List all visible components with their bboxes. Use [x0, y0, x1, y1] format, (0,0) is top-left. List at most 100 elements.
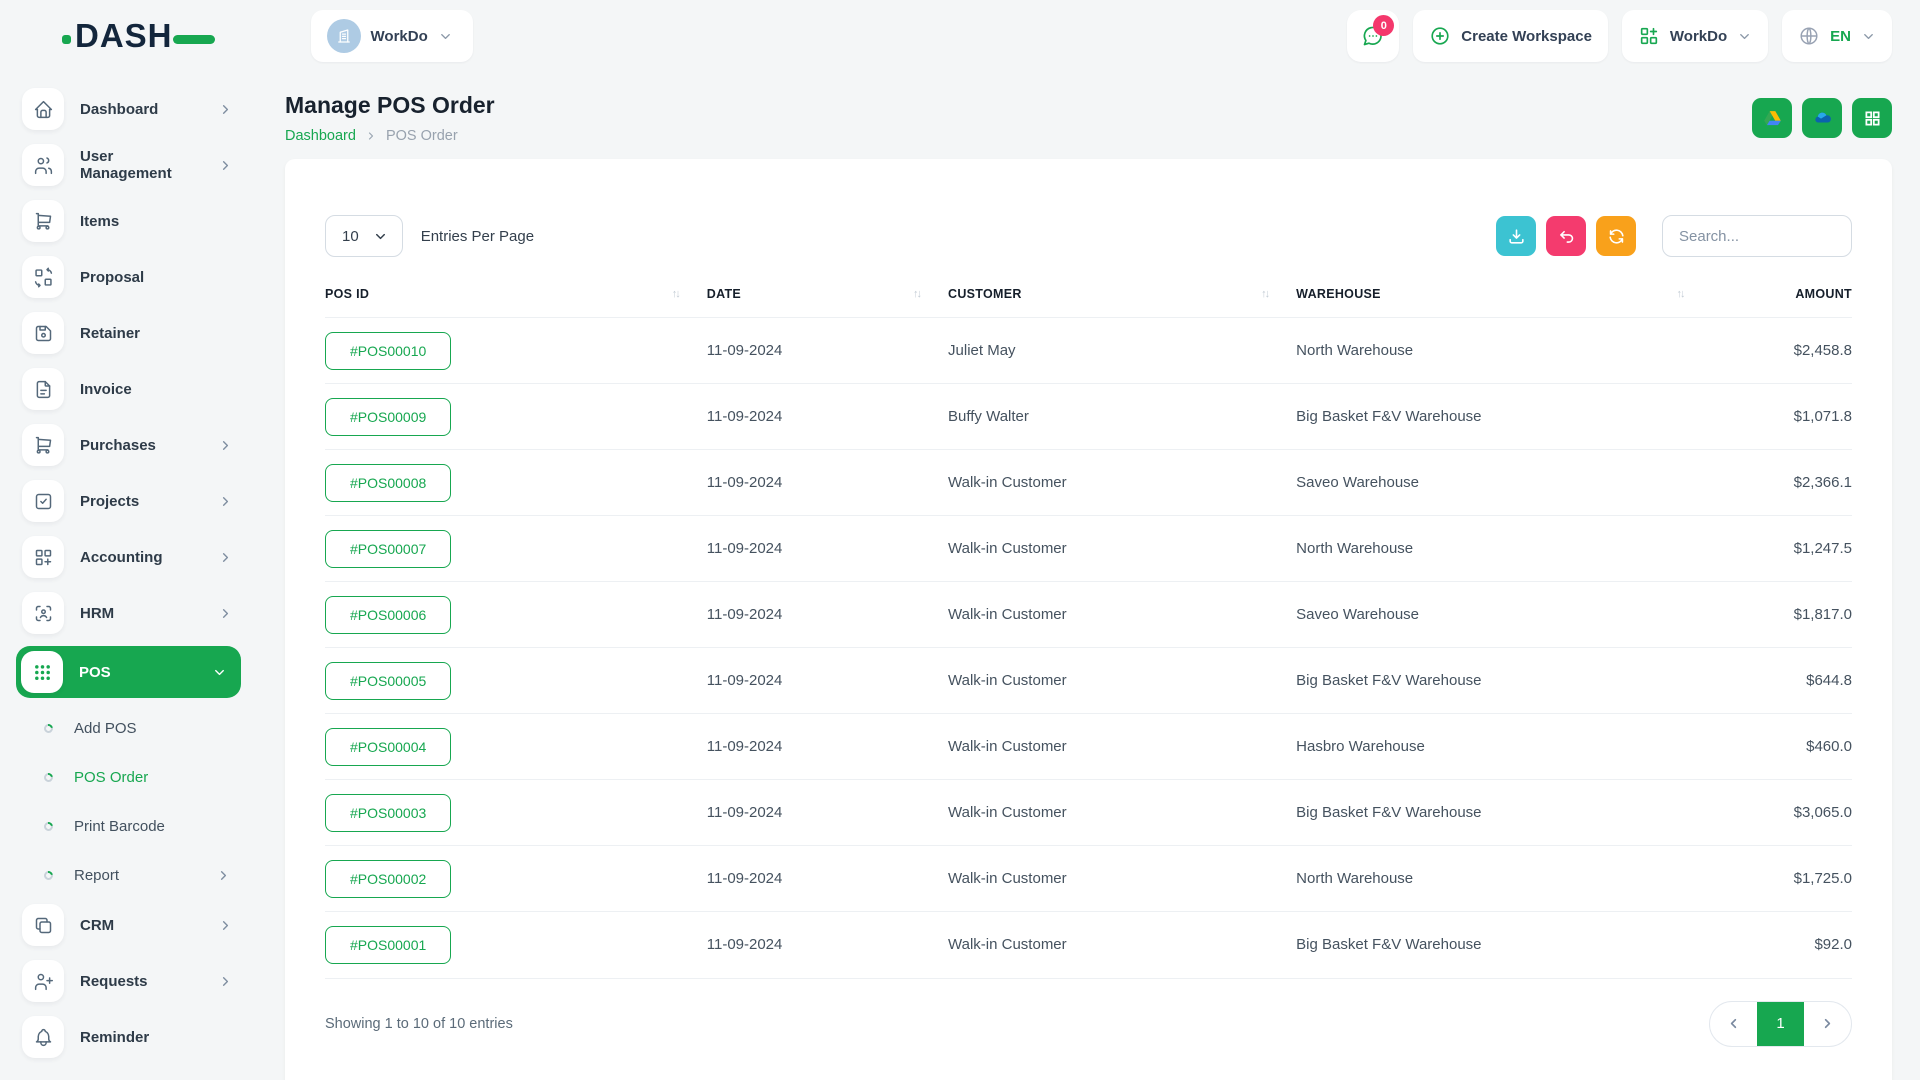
pos-id-link[interactable]: #POS00008	[325, 464, 451, 502]
sidebar-subitem-pos-order[interactable]: POS Order	[16, 755, 241, 799]
sidebar-item-invoice[interactable]: Invoice	[16, 366, 241, 412]
table-row: #POS0000611-09-2024Walk-in CustomerSaveo…	[325, 582, 1852, 648]
sidebar-subitem-label: Print Barcode	[74, 818, 231, 835]
sidebar-item-label: Proposal	[80, 269, 233, 286]
pos-id-link[interactable]: #POS00003	[325, 794, 451, 832]
sort-arrows-icon[interactable]: ↑↓	[1261, 288, 1268, 300]
column-header-warehouse[interactable]: WAREHOUSE↑↓	[1296, 283, 1711, 318]
table-row: #POS0000311-09-2024Walk-in CustomerBig B…	[325, 780, 1852, 846]
sidebar-subitem-report[interactable]: Report	[16, 853, 241, 897]
sidebar-item-projects[interactable]: Projects	[16, 478, 241, 524]
chevron-down-icon	[373, 229, 388, 244]
pos-id-link[interactable]: #POS00007	[325, 530, 451, 568]
create-workspace-label: Create Workspace	[1461, 28, 1592, 45]
main-content: Manage POS Order Dashboard POS Order	[257, 72, 1920, 1080]
sort-arrows-icon[interactable]: ↑↓	[1677, 288, 1684, 300]
brand-logo[interactable]: DASH	[62, 17, 215, 55]
home-icon	[22, 88, 64, 130]
sidebar-item-label: Purchases	[80, 437, 202, 454]
prev-page-button[interactable]	[1710, 1002, 1757, 1046]
undo-button[interactable]	[1546, 216, 1586, 256]
users-icon	[22, 144, 64, 186]
warehouse-name: North Warehouse	[1296, 846, 1711, 912]
google-drive-button[interactable]	[1752, 98, 1792, 138]
sort-arrows-icon[interactable]: ↑↓	[672, 288, 679, 300]
scan-user-icon	[22, 592, 64, 634]
sidebar-item-label: Invoice	[80, 381, 233, 398]
sidebar-item-crm[interactable]: CRM	[16, 902, 241, 948]
chevron-right-icon	[218, 606, 233, 621]
breadcrumb: Dashboard POS Order	[285, 128, 495, 144]
apps-grid-button[interactable]	[1852, 98, 1892, 138]
sidebar-item-label: CRM	[80, 917, 202, 934]
sidebar-item-accounting[interactable]: Accounting	[16, 534, 241, 580]
sort-arrows-icon[interactable]: ↑↓	[913, 288, 920, 300]
export-button[interactable]	[1496, 216, 1536, 256]
onedrive-button[interactable]	[1802, 98, 1842, 138]
page-1-button[interactable]: 1	[1757, 1002, 1804, 1046]
sidebar-subitem-print-barcode[interactable]: Print Barcode	[16, 804, 241, 848]
sidebar-item-retainer[interactable]: Retainer	[16, 310, 241, 356]
sidebar-item-purchases[interactable]: Purchases	[16, 422, 241, 468]
order-amount: $2,458.8	[1712, 318, 1853, 384]
column-header-customer[interactable]: CUSTOMER ↑↓	[948, 283, 1296, 318]
workdo-apps-button[interactable]: WorkDo	[1622, 10, 1768, 62]
column-label: CUSTOMER	[948, 287, 1022, 301]
table-row: #POS0000711-09-2024Walk-in CustomerNorth…	[325, 516, 1852, 582]
messages-count-badge: 0	[1373, 15, 1394, 36]
workspace-switcher[interactable]: WorkDo	[311, 10, 473, 62]
pos-id-link[interactable]: #POS00004	[325, 728, 451, 766]
chevron-down-icon	[1861, 29, 1876, 44]
pos-id-link[interactable]: #POS00010	[325, 332, 451, 370]
page-title: Manage POS Order	[285, 92, 495, 119]
table-row: #POS0000511-09-2024Walk-in CustomerBig B…	[325, 648, 1852, 714]
download-icon	[1507, 227, 1526, 246]
sidebar-item-dashboard[interactable]: Dashboard	[16, 86, 241, 132]
next-page-button[interactable]	[1804, 1002, 1851, 1046]
workspace-name: WorkDo	[371, 28, 428, 45]
sidebar-item-pos[interactable]: POS	[16, 646, 241, 698]
pos-id-link[interactable]: #POS00005	[325, 662, 451, 700]
pagination: 1	[1709, 1001, 1852, 1047]
column-header-date[interactable]: DATE↑↓	[707, 283, 948, 318]
sidebar-item-reminder[interactable]: Reminder	[16, 1014, 241, 1060]
grid-plus-icon	[1638, 25, 1660, 47]
order-amount: $1,071.8	[1712, 384, 1853, 450]
entries-per-page-select[interactable]: 10	[325, 215, 403, 257]
chevron-right-icon	[218, 158, 233, 173]
entries-per-page-label: Entries Per Page	[421, 228, 534, 245]
create-workspace-button[interactable]: Create Workspace	[1413, 10, 1608, 62]
pos-id-link[interactable]: #POS00006	[325, 596, 451, 634]
sidebar-subitem-add-pos[interactable]: Add POS	[16, 706, 241, 750]
sidebar-item-proposal[interactable]: Proposal	[16, 254, 241, 300]
chevron-down-icon	[438, 29, 453, 44]
sidebar-item-items[interactable]: Items	[16, 198, 241, 244]
customer-name: Walk-in Customer	[948, 648, 1296, 714]
breadcrumb-dashboard-link[interactable]: Dashboard	[285, 128, 356, 144]
entries-summary: Showing 1 to 10 of 10 entries	[325, 1016, 513, 1032]
bullet-donut-icon	[42, 820, 55, 833]
chevron-right-icon	[218, 102, 233, 117]
sidebar-item-hrm[interactable]: HRM	[16, 590, 241, 636]
language-button[interactable]: EN	[1782, 10, 1892, 62]
sidebar-item-label: Projects	[80, 493, 202, 510]
pos-id-link[interactable]: #POS00009	[325, 398, 451, 436]
plus-circle-icon	[1429, 25, 1451, 47]
table-head: POS ID↑↓DATE↑↓CUSTOMER↑↓WAREHOUSE↑↓AMOUN…	[325, 283, 1852, 318]
pos-id-link[interactable]: #POS00002	[325, 860, 451, 898]
refresh-button[interactable]	[1596, 216, 1636, 256]
search-input[interactable]	[1662, 215, 1852, 257]
sidebar-item-user-management[interactable]: User Management	[16, 142, 241, 188]
chevron-right-icon	[218, 550, 233, 565]
workspace-avatar	[327, 19, 361, 53]
messages-button[interactable]: 0	[1347, 10, 1399, 62]
column-header-pos-id[interactable]: POS ID↑↓	[325, 283, 707, 318]
column-header-amount: AMOUNT	[1712, 283, 1853, 318]
sidebar-item-label: HRM	[80, 605, 202, 622]
chevron-right-icon	[1820, 1016, 1835, 1031]
cart-icon	[22, 424, 64, 466]
pos-order-card: 10 Entries Per Page	[285, 159, 1892, 1080]
pos-id-link[interactable]: #POS00001	[325, 926, 451, 964]
cart-icon	[22, 200, 64, 242]
sidebar-item-requests[interactable]: Requests	[16, 958, 241, 1004]
